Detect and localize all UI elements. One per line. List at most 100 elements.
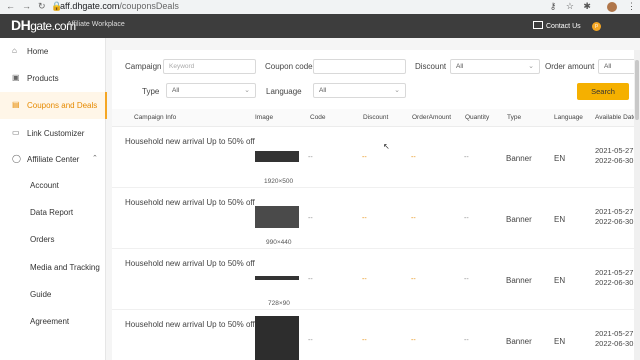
language-value: EN	[554, 215, 566, 224]
type-select[interactable]: All ⌄	[166, 83, 256, 98]
language-value: EN	[554, 337, 566, 346]
col-type: Type	[507, 114, 522, 121]
chevron-down-icon: ⌄	[244, 87, 250, 94]
table-row: Household new arrival Up to 50% off -- -…	[112, 127, 640, 188]
campaign-input[interactable]: Keyword	[163, 59, 256, 74]
table-header: Campaign Info Image Code Discount OrderA…	[112, 109, 640, 127]
url-path: /couponsDeals	[119, 1, 179, 11]
star-icon[interactable]: ☆	[566, 1, 574, 11]
sidebar-subitem-data-report[interactable]: Data Report	[0, 199, 105, 226]
coupon-code-label: Coupon code	[265, 62, 313, 71]
table-row: Household new arrival Up to 50% off -- -…	[112, 310, 640, 360]
user-avatar[interactable]: p	[592, 22, 601, 31]
col-discount: Discount	[363, 114, 389, 121]
coupon-code-input[interactable]	[313, 59, 406, 74]
col-language: Language	[554, 114, 583, 121]
sidebar-subitem-orders[interactable]: Orders	[0, 226, 105, 253]
back-icon[interactable]: ←	[6, 1, 15, 11]
order-amount-value: --	[411, 215, 416, 222]
col-order-amount: OrderAmount	[412, 114, 452, 121]
contact-us-link[interactable]: Contact Us	[533, 21, 581, 30]
browser-bar: ← → ↻ 🔒 aff.dhgate.com/couponsDeals ⚷ ☆ …	[0, 0, 640, 15]
col-campaign-info: Campaign Info	[134, 114, 177, 121]
url-domain: aff.dhgate.com	[60, 1, 120, 11]
campaign-info: Household new arrival Up to 50% off	[125, 137, 255, 146]
table-row: Household new arrival Up to 50% off -- -…	[112, 188, 640, 249]
main-content: Campaign Keyword Coupon code Discount Al…	[112, 50, 640, 360]
type-value: Banner	[506, 154, 532, 163]
banner-thumbnail[interactable]	[255, 206, 299, 228]
available-dates: 2021-05-27 2022-06-30	[595, 146, 634, 165]
address-bar[interactable]: aff.dhgate.com/couponsDeals	[60, 1, 179, 11]
col-code: Code	[310, 114, 326, 121]
discount-value: --	[362, 276, 367, 283]
language-value: EN	[554, 154, 566, 163]
site-header: DHgate.com Affiliate Workplace Contact U…	[0, 14, 640, 38]
sidebar-item-home[interactable]: ⌂ Home	[0, 38, 105, 65]
type-label: Type	[142, 87, 160, 96]
available-dates: 2021-05-27 2022-06-30	[595, 268, 634, 287]
order-amount-select[interactable]: All	[598, 59, 638, 74]
key-icon[interactable]: ⚷	[550, 1, 557, 11]
image-size: 728×90	[268, 300, 290, 307]
sidebar-subitem-media-tracking[interactable]: Media and Tracking	[0, 254, 105, 281]
language-value: EN	[554, 276, 566, 285]
chevron-down-icon: ⌄	[528, 63, 534, 70]
col-quantity: Quantity	[465, 114, 490, 121]
campaign-info: Household new arrival Up to 50% off	[125, 259, 255, 268]
discount-value: --	[362, 154, 367, 161]
dhgate-logo[interactable]: DHgate.com	[11, 17, 76, 33]
banner-thumbnail[interactable]	[255, 151, 299, 162]
search-button[interactable]: Search	[577, 83, 629, 100]
sidebar-item-affiliate-center[interactable]: ◯ Affiliate Center ⌃	[0, 146, 105, 173]
forward-icon[interactable]: →	[22, 1, 31, 11]
scrollbar[interactable]	[634, 50, 640, 360]
type-value: Banner	[506, 215, 532, 224]
mail-icon	[533, 21, 543, 29]
sidebar: ⌂ Home ▣ Products ▤ Coupons and Deals ▭ Link…	[0, 38, 107, 360]
sidebar-subitem-agreement[interactable]: Agreement	[0, 308, 105, 335]
available-dates: 2021-05-27 2022-06-30	[595, 329, 634, 348]
code-value: --	[308, 215, 313, 222]
quantity-value: --	[464, 215, 469, 222]
menu-icon[interactable]: ⋮	[627, 1, 636, 11]
banner-thumbnail[interactable]	[255, 316, 299, 360]
campaign-info: Household new arrival Up to 50% off	[125, 198, 255, 207]
image-size: 1920×500	[264, 178, 294, 185]
sidebar-subitem-guide[interactable]: Guide	[0, 281, 105, 308]
available-dates: 2021-05-27 2022-06-30	[595, 207, 634, 226]
box-icon: ▣	[12, 73, 20, 82]
chevron-down-icon: ⌄	[394, 87, 400, 94]
campaign-label: Campaign	[125, 62, 162, 71]
col-image: Image	[255, 114, 274, 121]
header-subtitle: Affiliate Workplace	[67, 21, 125, 28]
sidebar-item-products[interactable]: ▣ Products	[0, 65, 105, 92]
mouse-cursor-icon: ↖	[383, 142, 390, 151]
discount-value: --	[362, 337, 367, 344]
order-amount-value: --	[411, 154, 416, 161]
sidebar-item-link-customizer[interactable]: ▭ Link Customizer	[0, 120, 105, 147]
campaign-info: Household new arrival Up to 50% off	[125, 320, 255, 329]
discount-label: Discount	[415, 62, 447, 71]
extensions-icon[interactable]: ✱	[583, 1, 591, 11]
type-value: Banner	[506, 276, 532, 285]
order-amount-value: --	[411, 337, 416, 344]
order-amount-label: Order amount	[545, 62, 595, 71]
profile-icon[interactable]	[600, 1, 618, 12]
reload-icon[interactable]: ↻	[38, 1, 46, 12]
sidebar-subitem-account[interactable]: Account	[0, 172, 105, 199]
banner-thumbnail[interactable]	[255, 276, 299, 280]
image-size: 990×440	[266, 239, 292, 246]
table-row: Household new arrival Up to 50% off -- -…	[112, 249, 640, 310]
order-amount-value: --	[411, 276, 416, 283]
code-value: --	[308, 337, 313, 344]
home-icon: ⌂	[12, 46, 17, 55]
chevron-up-icon: ⌃	[92, 155, 98, 162]
coupon-icon: ▤	[12, 100, 20, 109]
type-value: Banner	[506, 337, 532, 346]
sidebar-item-coupons[interactable]: ▤ Coupons and Deals	[0, 92, 107, 119]
user-icon: ◯	[12, 154, 21, 163]
quantity-value: --	[464, 337, 469, 344]
language-select[interactable]: All ⌄	[313, 83, 406, 98]
discount-select[interactable]: All ⌄	[450, 59, 540, 74]
